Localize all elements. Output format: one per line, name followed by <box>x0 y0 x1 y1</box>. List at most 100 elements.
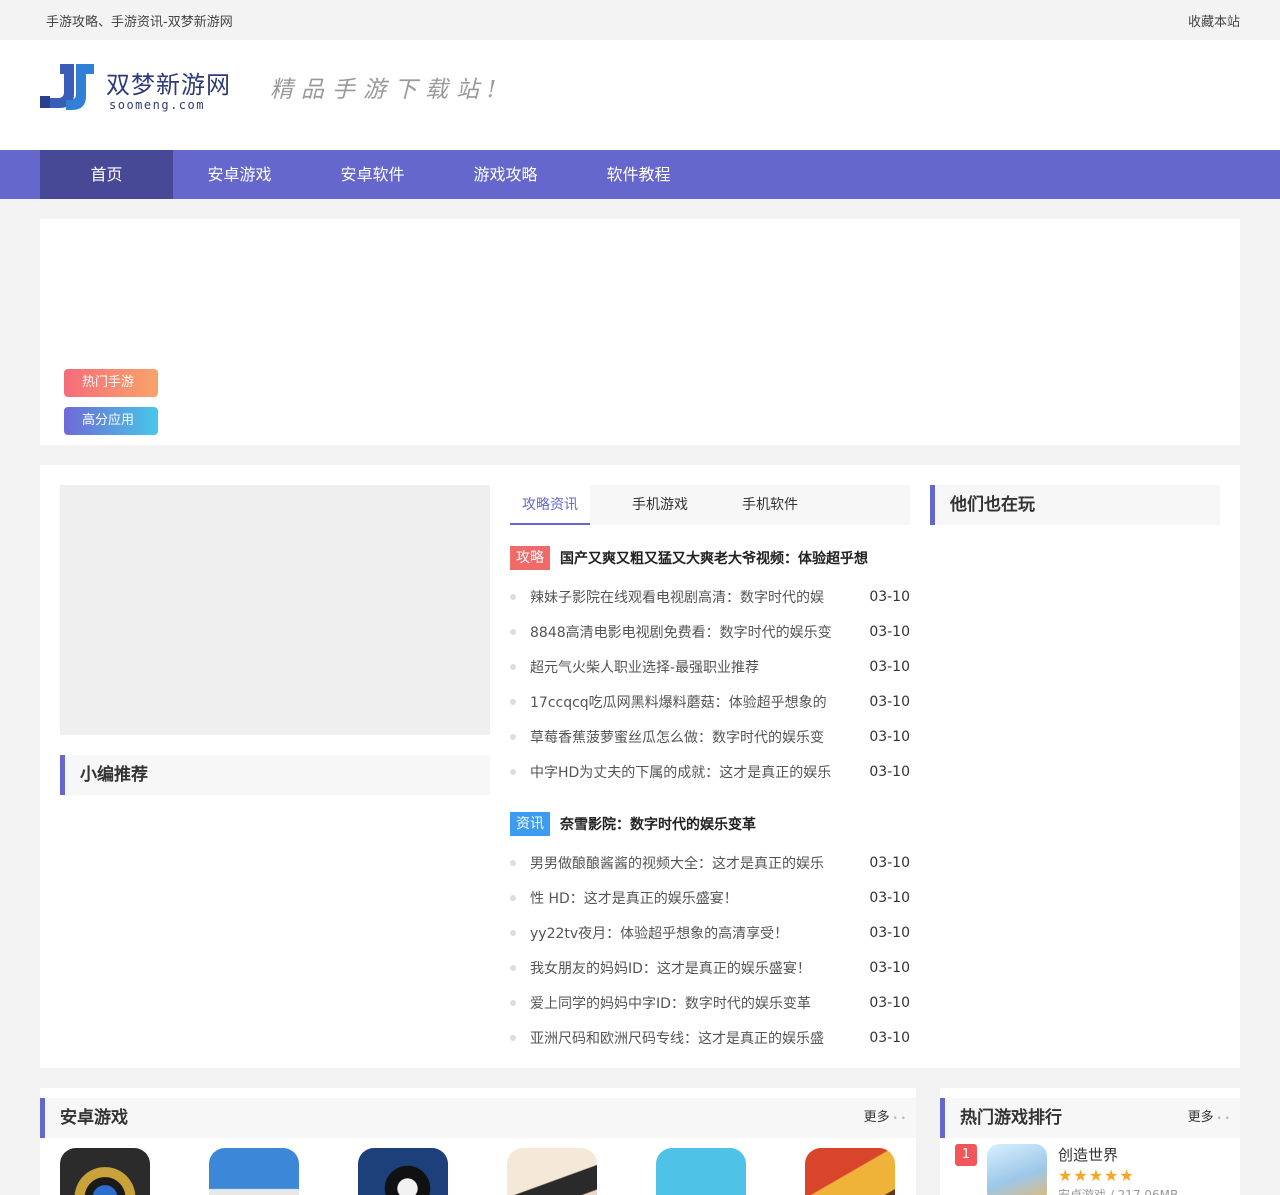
news-date: 03-10 <box>869 728 910 745</box>
bullet-dot <box>510 964 516 971</box>
list-item[interactable]: 男男做酿酿酱酱的视频大全：这才是真正的娱乐 03-10 <box>510 845 910 880</box>
news-date: 03-10 <box>869 588 910 605</box>
news-date: 03-10 <box>869 994 910 1011</box>
logo-chinese-name: 双梦新游网 <box>106 71 231 99</box>
camera-game-icon[interactable] <box>60 1148 150 1195</box>
bullet-dot <box>510 663 516 670</box>
news-title[interactable]: 中字HD为丈夫的下属的成就：这才是真正的娱乐 <box>530 762 855 782</box>
news-top-item[interactable]: 资讯 奈雪影院：数字时代的娱乐变革 <box>510 811 910 837</box>
bicycle-game-icon[interactable] <box>656 1148 746 1195</box>
factory-game-icon[interactable] <box>209 1148 299 1195</box>
adventure-game-icon[interactable] <box>805 1148 895 1195</box>
news-title[interactable]: 亚洲尺码和欧洲尺码专线：这才是真正的娱乐盛 <box>530 1028 855 1048</box>
bullet-dot <box>510 859 516 866</box>
list-item[interactable]: 中字HD为丈夫的下属的成就：这才是真正的娱乐 03-10 <box>510 754 910 789</box>
bullet-dot <box>510 768 516 775</box>
high-score-apps-tag[interactable]: 高分应用 <box>64 407 158 435</box>
news-title[interactable]: 辣妹子影院在线观看电视剧高清：数字时代的娱 <box>530 587 855 607</box>
tab-guides-news[interactable]: 攻略资讯 <box>510 485 590 525</box>
news-date: 03-10 <box>869 658 910 675</box>
also-playing-heading: 他们也在玩 <box>930 485 1220 525</box>
news-title[interactable]: 超元气火柴人职业选择-最强职业推荐 <box>530 657 855 677</box>
banner: 热门手游 高分应用 <box>40 219 1240 445</box>
logo-domain: soomeng.com <box>109 98 205 112</box>
bookmark-link[interactable]: 收藏本站 <box>1188 11 1240 30</box>
bullet-dot <box>510 894 516 901</box>
guide-badge: 攻略 <box>510 546 550 570</box>
android-games-heading: 安卓游戏 更多 <box>40 1098 916 1138</box>
guide-news-block: 攻略 国产又爽又粗又猛又大爽老大爷视频：体验超乎想 辣妹子影院在线观看电视剧高清… <box>510 545 910 789</box>
news-title[interactable]: 我女朋友的妈妈ID：这才是真正的娱乐盛宴！ <box>530 958 855 978</box>
tab-mobile-software[interactable]: 手机软件 <box>730 485 810 525</box>
nav-item-home[interactable]: 首页 <box>40 150 173 199</box>
rank-game-name[interactable]: 创造世界 <box>1058 1144 1118 1165</box>
featured-image-placeholder[interactable] <box>60 485 490 735</box>
list-item[interactable]: 8848高清电影电视剧免费看：数字时代的娱乐变 03-10 <box>510 614 910 649</box>
rank-game-icon[interactable] <box>987 1144 1047 1195</box>
nav-item-android-software[interactable]: 安卓软件 <box>306 150 439 199</box>
site-title: 手游攻略、手游资讯-双梦新游网 <box>46 14 233 30</box>
hot-games-ranking: 热门游戏排行 更多 1 创造世界 ★★★★★ 安卓游戏 / 217.06MB <box>940 1088 1240 1195</box>
bullet-dot <box>510 999 516 1006</box>
news-date: 03-10 <box>869 889 910 906</box>
guide-top-title[interactable]: 国产又爽又粗又猛又大爽老大爷视频：体验超乎想 <box>560 548 868 568</box>
android-games-title: 安卓游戏 <box>60 1108 128 1128</box>
news-date: 03-10 <box>869 763 910 780</box>
news-date: 03-10 <box>869 959 910 976</box>
list-item[interactable]: 爱上同学的妈妈中字ID：数字时代的娱乐变革 03-10 <box>510 985 910 1020</box>
bullet-dot <box>510 698 516 705</box>
news-tabs: 攻略资讯 手机游戏 手机软件 <box>510 485 910 525</box>
bullet-dot <box>510 733 516 740</box>
list-item[interactable]: 超元气火柴人职业选择-最强职业推荐 03-10 <box>510 649 910 684</box>
news-date: 03-10 <box>869 924 910 941</box>
list-item[interactable]: 17ccqcq吃瓜网黑料爆料蘑菇：体验超乎想象的 03-10 <box>510 684 910 719</box>
news-top-title[interactable]: 奈雪影院：数字时代的娱乐变革 <box>560 814 756 834</box>
stickman-game-icon[interactable] <box>358 1148 448 1195</box>
news-title[interactable]: 草莓香蕉菠萝蜜丝瓜怎么做：数字时代的娱乐变 <box>530 727 855 747</box>
bullet-dot <box>510 628 516 635</box>
news-date: 03-10 <box>869 693 910 710</box>
android-more-link[interactable]: 更多 <box>864 1098 906 1139</box>
nav-item-software-tutorials[interactable]: 软件教程 <box>572 150 705 199</box>
news-title[interactable]: yy22tv夜月：体验超乎想象的高清享受！ <box>530 923 855 943</box>
bullet-dot <box>510 1034 516 1041</box>
list-item[interactable]: 亚洲尺码和欧洲尺码专线：这才是真正的娱乐盛 03-10 <box>510 1020 910 1055</box>
list-item[interactable]: 草莓香蕉菠萝蜜丝瓜怎么做：数字时代的娱乐变 03-10 <box>510 719 910 754</box>
list-item[interactable]: 性 HD：这才是真正的娱乐盛宴！ 03-10 <box>510 880 910 915</box>
news-title[interactable]: 17ccqcq吃瓜网黑料爆料蘑菇：体验超乎想象的 <box>530 692 855 712</box>
nav-item-android-games[interactable]: 安卓游戏 <box>173 150 306 199</box>
slogan: 精品手游下载站! <box>270 77 505 103</box>
logo-mark-icon <box>40 64 94 110</box>
ranking-heading: 热门游戏排行 更多 <box>940 1098 1240 1138</box>
main-panel: 小编推荐 攻略资讯 手机游戏 手机软件 攻略 国产又爽又粗又猛又大爽老大爷视频：… <box>40 465 1240 1068</box>
tab-mobile-games[interactable]: 手机游戏 <box>620 485 700 525</box>
ranking-title: 热门游戏排行 <box>960 1108 1062 1128</box>
rank-game-meta: 安卓游戏 / 217.06MB <box>1058 1188 1179 1195</box>
site-logo[interactable]: 双梦新游网 soomeng.com <box>40 60 230 116</box>
list-item[interactable]: 我女朋友的妈妈ID：这才是真正的娱乐盛宴！ 03-10 <box>510 950 910 985</box>
news-block: 资讯 奈雪影院：数字时代的娱乐变革 男男做酿酿酱酱的视频大全：这才是真正的娱乐 0… <box>510 811 910 1055</box>
news-badge: 资讯 <box>510 812 550 836</box>
bullet-dot <box>510 929 516 936</box>
android-games-section: 安卓游戏 更多 <box>40 1088 916 1195</box>
news-date: 03-10 <box>869 1029 910 1046</box>
topbar: 手游攻略、手游资讯-双梦新游网 收藏本站 <box>0 0 1280 40</box>
nav-item-game-guides[interactable]: 游戏攻略 <box>439 150 572 199</box>
guide-top-item[interactable]: 攻略 国产又爽又粗又猛又大爽老大爷视频：体验超乎想 <box>510 545 910 571</box>
rank-number-badge: 1 <box>955 1144 977 1166</box>
hot-games-tag[interactable]: 热门手游 <box>64 369 158 397</box>
list-item[interactable]: yy22tv夜月：体验超乎想象的高清享受！ 03-10 <box>510 915 910 950</box>
editor-picks-heading: 小编推荐 <box>60 755 490 795</box>
bullet-dot <box>510 593 516 600</box>
list-item[interactable]: 辣妹子影院在线观看电视剧高清：数字时代的娱 03-10 <box>510 579 910 614</box>
ranking-more-link[interactable]: 更多 <box>1188 1098 1230 1139</box>
header: 双梦新游网 soomeng.com 精品手游下载站! <box>0 40 1280 150</box>
ink-character-game-icon[interactable] <box>507 1148 597 1195</box>
news-title[interactable]: 爱上同学的妈妈中字ID：数字时代的娱乐变革 <box>530 993 855 1013</box>
news-title[interactable]: 男男做酿酿酱酱的视频大全：这才是真正的娱乐 <box>530 853 855 873</box>
news-title[interactable]: 性 HD：这才是真正的娱乐盛宴！ <box>530 888 855 908</box>
rating-stars: ★★★★★ <box>1058 1166 1135 1185</box>
main-nav: 首页 安卓游戏 安卓软件 游戏攻略 软件教程 <box>0 150 1280 199</box>
news-title[interactable]: 8848高清电影电视剧免费看：数字时代的娱乐变 <box>530 622 855 642</box>
news-date: 03-10 <box>869 623 910 640</box>
